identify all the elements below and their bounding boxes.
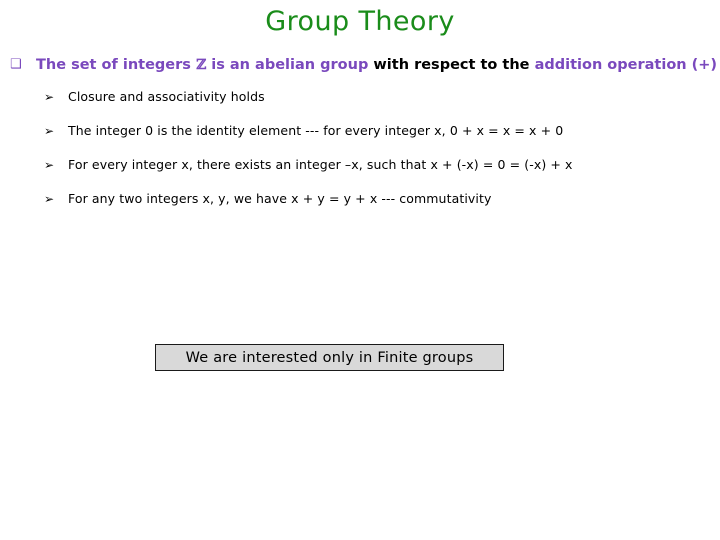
list-item-label: For every integer x, there exists an int… xyxy=(68,157,573,172)
list-item: ➢ For every integer x, there exists an i… xyxy=(44,156,704,174)
statement-part-2: is an abelian group xyxy=(206,57,374,73)
integers-symbol: ℤ xyxy=(195,57,207,73)
main-statement-text: The set of integers ℤ is an abelian grou… xyxy=(36,55,717,75)
list-item-label: For any two integers x, y, we have x + y… xyxy=(68,191,492,206)
list-item: ➢ Closure and associativity holds xyxy=(44,88,704,106)
list-item: ➢ For any two integers x, y, we have x +… xyxy=(44,190,704,208)
statement-part-4: addition operation (+) xyxy=(534,57,718,73)
main-statement-row: ❑ The set of integers ℤ is an abelian gr… xyxy=(6,55,717,75)
arrowhead-bullet-icon: ➢ xyxy=(44,158,55,172)
highlight-callout-text: We are interested only in Finite groups xyxy=(185,349,474,366)
arrowhead-bullet-icon: ➢ xyxy=(44,124,55,138)
list-item-label: Closure and associativity holds xyxy=(68,89,265,104)
hollow-square-bullet-icon: ❑ xyxy=(10,57,22,72)
slide-canvas: Group Theory ❑ The set of integers ℤ is … xyxy=(0,0,720,540)
page-title: Group Theory xyxy=(265,6,455,37)
arrowhead-bullet-icon: ➢ xyxy=(44,192,55,206)
statement-part-3: with respect to the xyxy=(373,57,535,73)
highlight-callout-box: We are interested only in Finite groups xyxy=(155,344,504,371)
arrowhead-bullet-icon: ➢ xyxy=(44,90,55,104)
list-item-label: The integer 0 is the identity element --… xyxy=(68,123,564,138)
list-item: ➢ The integer 0 is the identity element … xyxy=(44,122,704,140)
statement-part-1: The set of integers xyxy=(36,57,196,73)
